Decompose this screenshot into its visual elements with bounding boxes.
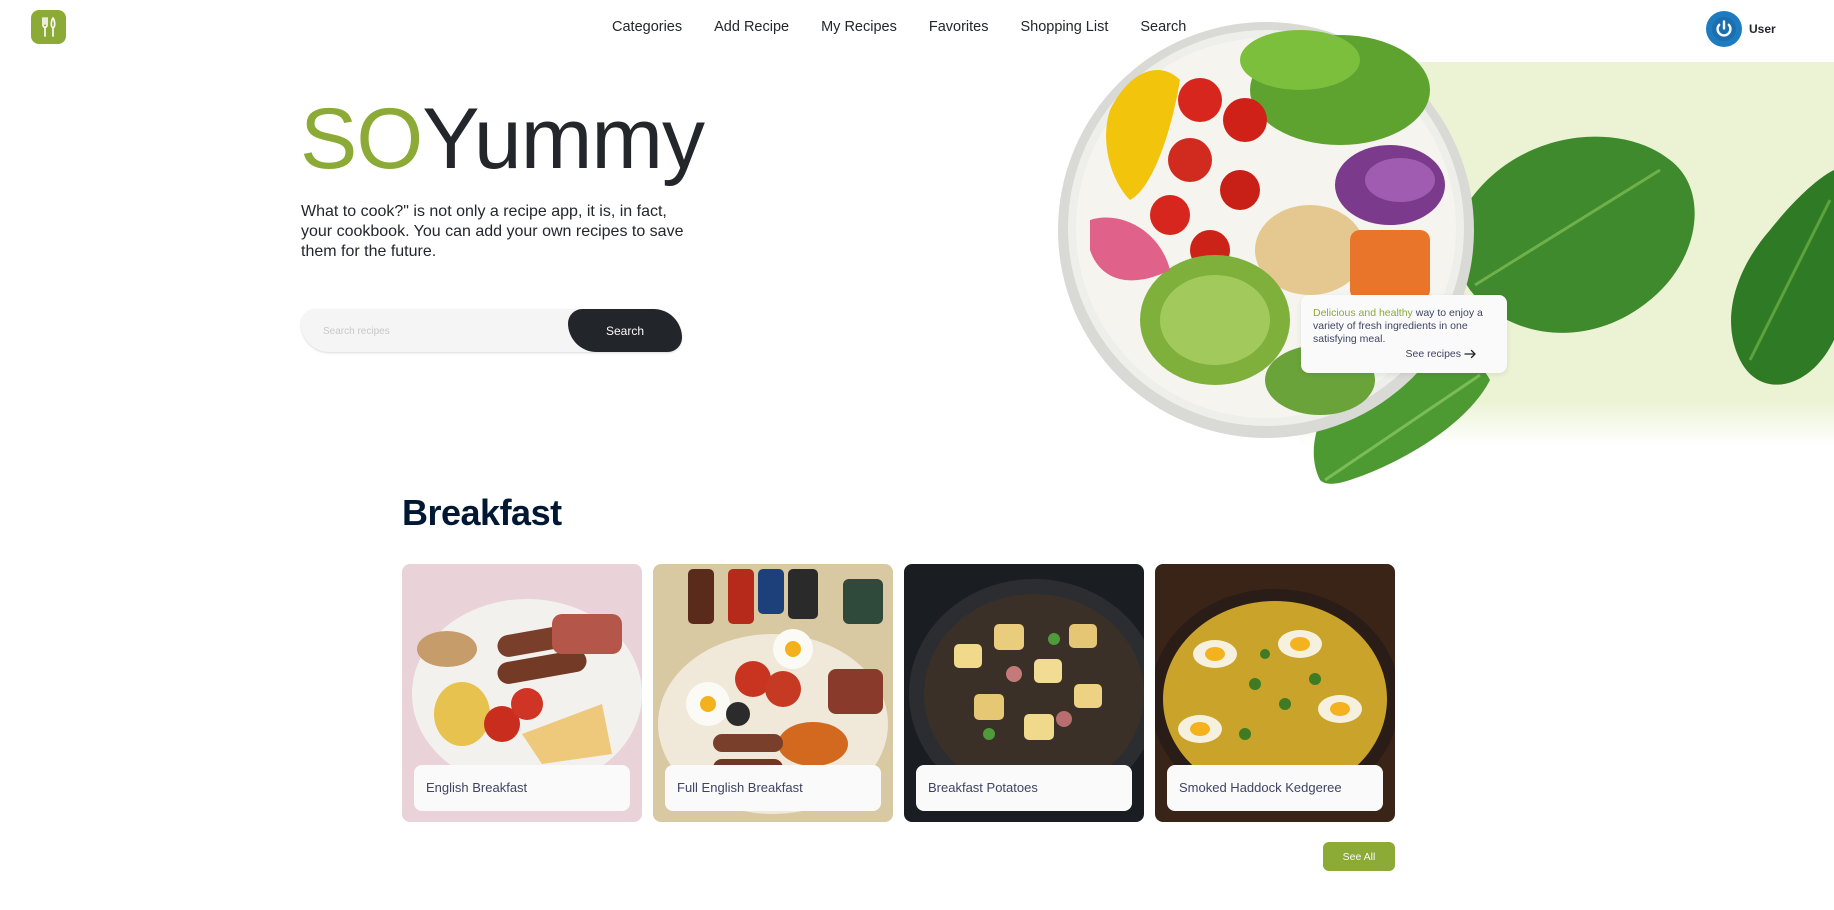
nav-categories[interactable]: Categories: [612, 19, 682, 35]
search-button[interactable]: Search: [568, 309, 682, 352]
recipe-card[interactable]: Breakfast Potatoes: [904, 564, 1144, 822]
see-recipes-link[interactable]: See recipes: [1406, 348, 1477, 360]
see-recipes-label: See recipes: [1405, 348, 1461, 360]
app-logo[interactable]: [31, 10, 66, 44]
promo-card: Delicious and healthy way to enjoy a var…: [1301, 295, 1507, 373]
user-name[interactable]: User: [1749, 22, 1776, 36]
promo-accent: Delicious and healthy: [1313, 307, 1413, 319]
user-menu[interactable]: User: [1706, 11, 1776, 47]
salad-bowl-image: [1058, 22, 1474, 438]
nav-favorites[interactable]: Favorites: [929, 19, 989, 35]
hero-title-accent: SO: [300, 91, 423, 187]
power-icon: [1712, 17, 1736, 41]
recipe-card[interactable]: English Breakfast: [402, 564, 642, 822]
arrow-right-icon: [1464, 349, 1476, 359]
promo-text: Delicious and healthy way to enjoy a var…: [1313, 307, 1495, 346]
recipe-name: Full English Breakfast: [665, 765, 881, 811]
hero-subtitle: What to cook?" is not only a recipe app,…: [301, 203, 684, 260]
see-all-button[interactable]: See All: [1323, 842, 1395, 871]
hero-title-main: Yummy: [422, 91, 705, 187]
recipe-name: Breakfast Potatoes: [916, 765, 1132, 811]
recipe-cards: English Breakfast Full English Breakfast: [402, 564, 1395, 822]
recipe-card[interactable]: Smoked Haddock Kedgeree: [1155, 564, 1395, 822]
nav-add-recipe[interactable]: Add Recipe: [714, 19, 789, 35]
recipe-name: Smoked Haddock Kedgeree: [1167, 765, 1383, 811]
nav-my-recipes[interactable]: My Recipes: [821, 19, 897, 35]
search-input[interactable]: [323, 321, 563, 341]
avatar[interactable]: [1706, 11, 1742, 47]
hero-title: SOYummy: [300, 96, 705, 182]
section-title: Breakfast: [402, 492, 562, 533]
fork-knife-icon: [41, 17, 56, 37]
recipe-card[interactable]: Full English Breakfast: [653, 564, 893, 822]
recipe-name: English Breakfast: [414, 765, 630, 811]
